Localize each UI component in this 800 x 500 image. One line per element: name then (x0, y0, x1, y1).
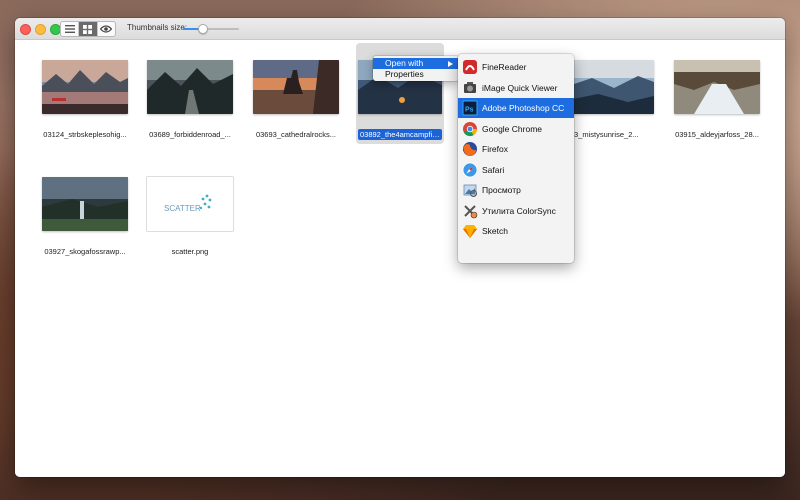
thumbnail (253, 60, 339, 114)
file-name: 03124_strbskeplesohig... (43, 130, 127, 139)
file-name: scatter.png (171, 247, 209, 256)
app-item-colorsync[interactable]: Утилита ColorSync (458, 201, 574, 221)
app-label: Firefox (482, 144, 508, 154)
app-item-finereader[interactable]: FineReader (458, 57, 574, 77)
thumbnail (674, 60, 760, 114)
preview-icon (462, 182, 478, 198)
app-label: Google Chrome (482, 123, 543, 134)
close-button[interactable] (20, 24, 31, 35)
menu-item-label: Open with (385, 58, 424, 68)
app-label: Утилита ColorSync (482, 205, 556, 216)
app-item-photoshop[interactable]: Ps Adobe Photoshop CC (458, 98, 574, 118)
thumbnail (42, 60, 128, 114)
file-name: 3_mistysunrise_2... (574, 130, 639, 139)
file-name: 03927_skogafossrawp... (44, 247, 126, 256)
app-item-sketch[interactable]: Sketch (458, 221, 574, 241)
thumbnail (568, 60, 654, 114)
app-item-safari[interactable]: Safari (458, 160, 574, 180)
menu-item-label: Properties (385, 69, 424, 79)
app-label: iMage Quick Viewer (482, 82, 558, 93)
chrome-icon (462, 121, 478, 137)
app-label: FineReader (482, 62, 527, 72)
app-item-firefox[interactable]: Firefox (458, 139, 574, 159)
toolbar: Thumbnails size: (15, 18, 785, 40)
file-name: 03892_the4amcampfir... (358, 129, 442, 140)
context-menu: Open with Properties (373, 56, 459, 81)
app-label: Sketch (482, 226, 508, 236)
file-item[interactable]: 03124_strbskeplesohig... (42, 60, 128, 158)
file-name: 03915_aldeyjarfoss_28... (675, 130, 759, 139)
eye-icon (100, 25, 113, 33)
app-label: Просмотр (482, 185, 521, 195)
file-item[interactable]: 03927_skogafossrawp... (42, 177, 128, 275)
app-item-preview[interactable]: Просмотр (458, 180, 574, 200)
app-item-chrome[interactable]: Google Chrome (458, 119, 574, 139)
photoshop-icon: Ps (462, 100, 478, 116)
slider-knob[interactable] (198, 24, 208, 34)
file-item[interactable]: 03915_aldeyjarfoss_28... (674, 60, 760, 158)
grid-view-button[interactable] (79, 22, 98, 36)
app-label: Adobe Photoshop CC (482, 103, 565, 113)
firefox-icon (462, 141, 478, 157)
view-mode-control (60, 21, 116, 37)
thumbnail (42, 177, 128, 231)
thumbnail-size-label: Thumbnails size: (127, 23, 188, 32)
preview-view-button[interactable] (98, 22, 115, 36)
app-window: Thumbnails size: 03124_strbskeplesohig..… (15, 18, 785, 477)
app-label: Safari (482, 164, 505, 175)
image-viewer-icon (462, 80, 478, 96)
file-item[interactable]: SCATTER scatter.png (147, 177, 233, 275)
list-view-button[interactable] (61, 22, 80, 36)
file-item[interactable]: 03689_forbiddenroad_... (147, 60, 233, 158)
file-name: 03693_cathedralrocks... (255, 130, 337, 139)
sketch-icon (462, 223, 478, 239)
svg-text:Ps: Ps (465, 107, 474, 114)
grid-icon (83, 24, 93, 34)
safari-icon (462, 162, 478, 178)
scatter-logo: SCATTER (147, 177, 233, 231)
app-item-image-quick-viewer[interactable]: iMage Quick Viewer (458, 78, 574, 98)
menu-item-open-with[interactable]: Open with (373, 58, 459, 69)
file-grid: 03124_strbskeplesohig... 03689_forbidden… (15, 41, 785, 477)
svg-text:SCATTER: SCATTER (164, 204, 201, 213)
file-name: 03689_forbiddenroad_... (149, 130, 231, 139)
thumbnail-size-slider[interactable] (183, 24, 239, 34)
finereader-icon (462, 59, 478, 75)
colorsync-icon (462, 203, 478, 219)
thumbnail (147, 60, 233, 114)
minimize-button[interactable] (35, 24, 46, 35)
file-item[interactable]: 3_mistysunrise_2... (568, 60, 654, 158)
list-icon (64, 25, 75, 33)
thumbnail: SCATTER (147, 177, 233, 231)
file-item[interactable]: 03693_cathedralrocks... (253, 60, 339, 158)
open-with-submenu: FineReader iMage Quick Viewer Ps Adobe P… (458, 54, 574, 263)
submenu-arrow-icon (448, 61, 453, 67)
menu-item-properties[interactable]: Properties (373, 69, 459, 80)
